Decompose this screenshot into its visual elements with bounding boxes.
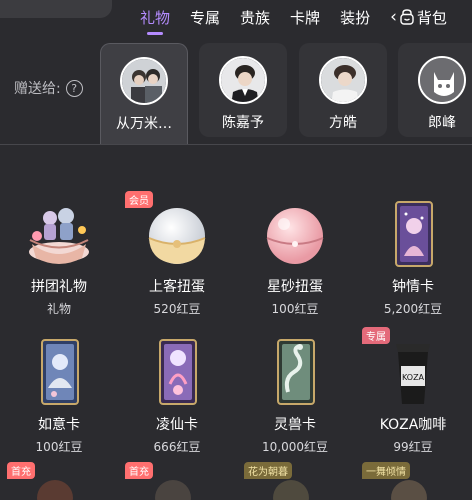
gift-price: 520红豆 xyxy=(153,302,201,316)
avatar xyxy=(120,57,168,105)
avatar xyxy=(219,56,267,104)
recipient-name: 陈嘉予 xyxy=(222,115,264,131)
avatar xyxy=(319,56,367,104)
recipient-3[interactable]: 方皓 xyxy=(299,43,387,137)
help-icon[interactable]: ? xyxy=(65,79,83,97)
gift-name: KOZA咖啡 xyxy=(379,417,447,433)
gift-name: 凌仙卡 xyxy=(156,417,198,433)
gift-price: 99红豆 xyxy=(393,440,433,454)
gift-name: 上客扭蛋 xyxy=(149,279,205,295)
chevron-left-icon[interactable]: ‹ xyxy=(390,7,397,27)
gift-price: 10,000红豆 xyxy=(262,440,328,454)
recipient-2[interactable]: 陈嘉予 xyxy=(199,43,287,137)
gift-image xyxy=(142,200,212,270)
gift-image xyxy=(260,338,330,408)
gift-item[interactable]: 钟情卡 5,200红豆 xyxy=(354,200,472,317)
recipient-4[interactable]: 郎峰 xyxy=(398,43,472,137)
gift-name: 钟情卡 xyxy=(392,279,434,295)
bag-icon xyxy=(400,9,414,25)
gift-item[interactable]: 花为朝暮 xyxy=(244,462,326,500)
recipient-label: 赠送给: xyxy=(14,81,61,97)
gift-row-partial: 首充 首充 花为朝暮 一舞倾情 xyxy=(0,462,472,500)
divider xyxy=(0,144,472,145)
exclusive-badge: 专属 xyxy=(362,327,390,344)
svg-text:KOZA: KOZA xyxy=(402,373,425,382)
gift-image xyxy=(24,338,94,408)
gift-item[interactable]: 首充 xyxy=(7,462,90,500)
gift-price: 100红豆 xyxy=(35,440,83,454)
tab-cards[interactable]: 卡牌 xyxy=(290,7,320,28)
recipient-1[interactable]: 从万米… xyxy=(100,43,188,145)
gift-item[interactable]: 凌仙卡 666红豆 xyxy=(118,338,236,455)
recipient-name: 从万米… xyxy=(116,116,172,132)
gift-image: KOZA xyxy=(378,338,448,408)
bag-label: 背包 xyxy=(416,8,447,27)
member-badge: 会员 xyxy=(125,191,153,208)
gift-price: 5,200红豆 xyxy=(383,302,443,316)
gift-image xyxy=(378,200,448,270)
recipient-name: 郎峰 xyxy=(428,115,456,131)
tab-exclusive[interactable]: 专属 xyxy=(190,7,220,28)
gift-item[interactable]: 星砂扭蛋 100红豆 xyxy=(236,200,354,317)
gift-image xyxy=(24,200,94,270)
gift-name: 星砂扭蛋 xyxy=(267,279,323,295)
gift-price: 礼物 xyxy=(46,302,71,316)
gift-category-tabs: 礼物 专属 贵族 卡牌 装扮 ‹ 背包 xyxy=(140,0,472,34)
gift-price: 100红豆 xyxy=(271,302,319,316)
gift-item[interactable]: 灵兽卡 10,000红豆 xyxy=(236,338,354,455)
gift-name: 如意卡 xyxy=(38,417,80,433)
gift-item[interactable]: 如意卡 100红豆 xyxy=(0,338,118,455)
gift-item[interactable]: 拼团礼物 礼物 xyxy=(0,200,118,317)
tab-decorations[interactable]: 装扮 xyxy=(340,7,370,28)
tab-gifts[interactable]: 礼物 xyxy=(140,7,170,28)
gift-item[interactable]: 首充 xyxy=(125,462,208,500)
top-left-pill xyxy=(0,0,112,18)
recipient-name: 方皓 xyxy=(329,115,357,131)
gift-image xyxy=(260,200,330,270)
gift-name: 灵兽卡 xyxy=(274,417,316,433)
avatar xyxy=(418,56,466,104)
gift-name: 拼团礼物 xyxy=(31,279,87,295)
gift-item[interactable]: 上客扭蛋 520红豆 xyxy=(118,200,236,317)
gift-image xyxy=(142,338,212,408)
tab-noble[interactable]: 贵族 xyxy=(240,7,270,28)
gift-price: 666红豆 xyxy=(153,440,201,454)
gift-item[interactable]: 一舞倾情 xyxy=(362,462,444,500)
gift-item[interactable]: KOZA KOZA咖啡 99红豆 xyxy=(354,338,472,455)
recipient-label-group: 赠送给: ? xyxy=(14,78,83,98)
bag-button[interactable]: 背包 xyxy=(399,7,447,28)
